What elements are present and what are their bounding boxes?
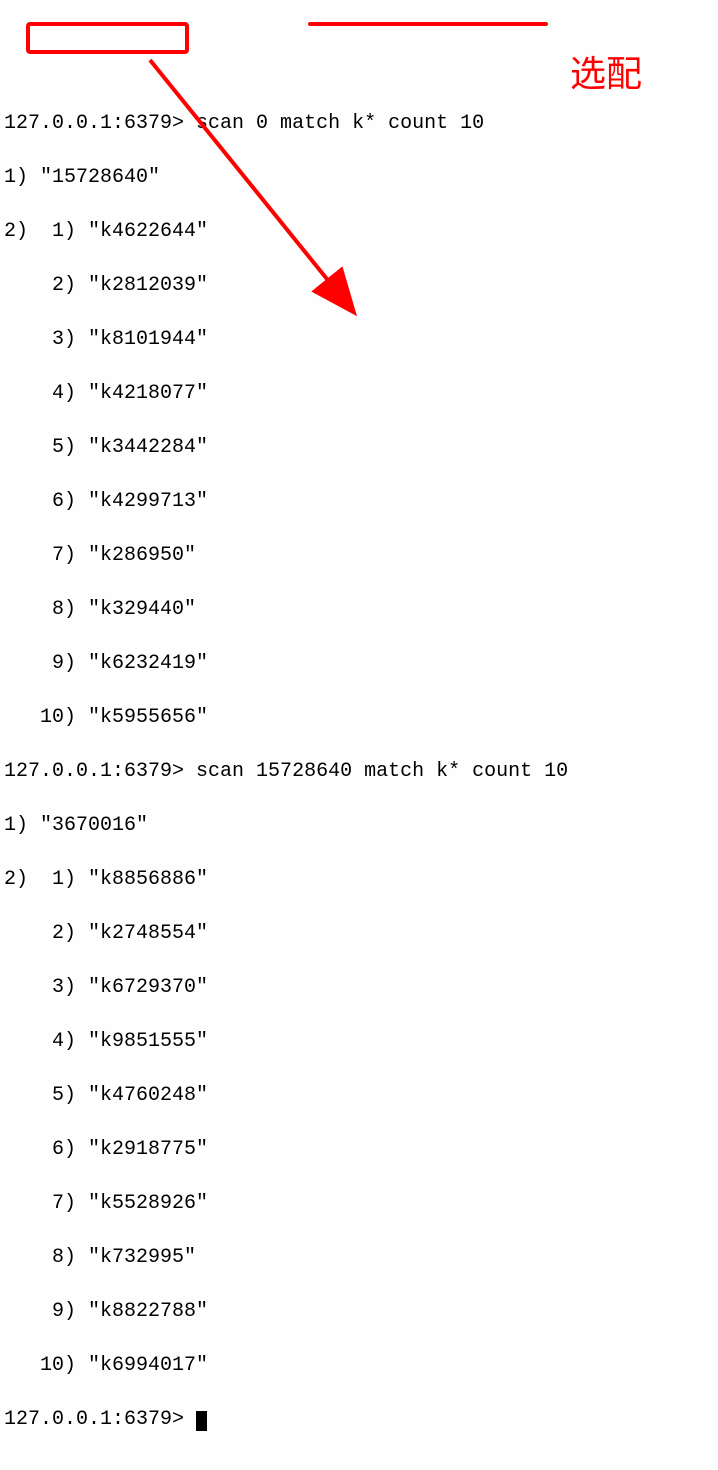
list-item: 5) "k4760248"	[4, 1082, 714, 1109]
list-item: 7) "k286950"	[4, 542, 714, 569]
annotation-box	[26, 22, 189, 54]
command-text: scan 15728640 match k* count 10	[196, 760, 568, 783]
list-item: 3) "k8101944"	[4, 326, 714, 353]
annotation-underline	[308, 22, 548, 26]
command-text: scan 0 match k* count 10	[196, 112, 484, 135]
terminal-cursor	[196, 1411, 207, 1431]
command-line-1: 127.0.0.1:6379> scan 0 match k* count 10	[4, 110, 714, 137]
list-item: 8) "k732995"	[4, 1244, 714, 1271]
list-item: 4) "k9851555"	[4, 1028, 714, 1055]
list-item: 7) "k5528926"	[4, 1190, 714, 1217]
list-item: 9) "k6232419"	[4, 650, 714, 677]
prompt: 127.0.0.1:6379>	[4, 112, 184, 135]
list-item: 9) "k8822788"	[4, 1298, 714, 1325]
list-item: 5) "k3442284"	[4, 434, 714, 461]
list-item: 6) "k4299713"	[4, 488, 714, 515]
list-item: 10) "k5955656"	[4, 704, 714, 731]
prompt: 127.0.0.1:6379>	[4, 1408, 184, 1431]
list-item: 4) "k4218077"	[4, 380, 714, 407]
list-item: 2) "k2748554"	[4, 920, 714, 947]
prompt-line[interactable]: 127.0.0.1:6379>	[4, 1406, 714, 1433]
list-item: 2) 1) "k4622644"	[4, 218, 714, 245]
list-item: 6) "k2918775"	[4, 1136, 714, 1163]
result-cursor-2: 1) "3670016"	[4, 812, 714, 839]
list-item: 2) 1) "k8856886"	[4, 866, 714, 893]
list-item: 2) "k2812039"	[4, 272, 714, 299]
list-item: 8) "k329440"	[4, 596, 714, 623]
result-cursor-1: 1) "15728640"	[4, 164, 714, 191]
annotation-label: 选配	[570, 50, 642, 99]
list-item: 3) "k6729370"	[4, 974, 714, 1001]
prompt: 127.0.0.1:6379>	[4, 760, 184, 783]
list-item: 10) "k6994017"	[4, 1352, 714, 1379]
command-line-2: 127.0.0.1:6379> scan 15728640 match k* c…	[4, 758, 714, 785]
